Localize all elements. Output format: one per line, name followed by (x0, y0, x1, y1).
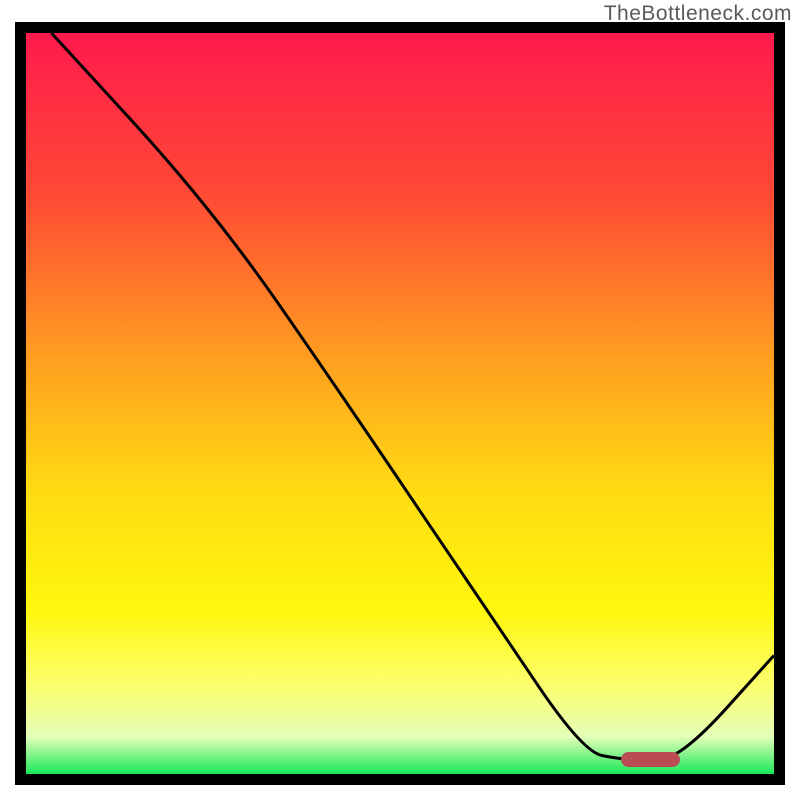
chart-svg (26, 33, 774, 774)
chart-inner (26, 33, 774, 774)
watermark-text: TheBottleneck.com (604, 2, 792, 26)
optimal-range-marker (621, 752, 681, 767)
chart-frame (15, 22, 785, 785)
gradient-background (26, 33, 774, 774)
